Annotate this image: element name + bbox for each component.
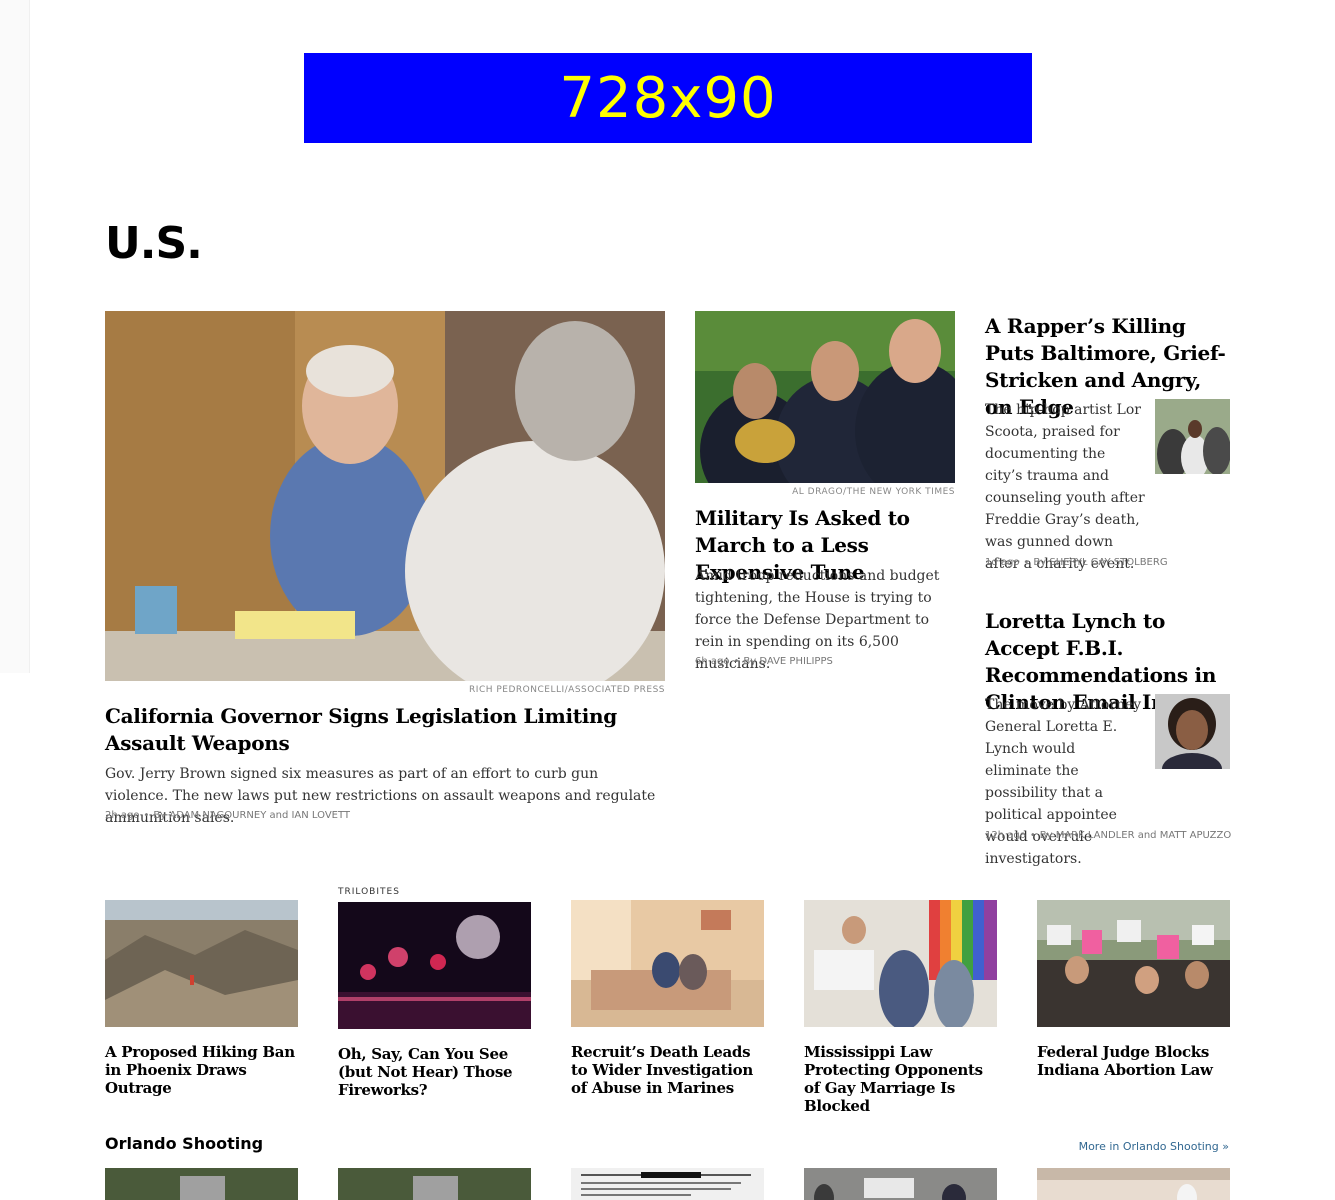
third-timestamp: 1d ago xyxy=(985,557,1020,568)
third-byline: 1d ago • By SHERYL GAY STOLBERG xyxy=(985,557,1168,568)
second-byline: 6h ago • By DAVE PHILIPPS xyxy=(695,656,833,667)
fourth-summary: The move by Attorney General Loretta E. … xyxy=(985,697,1142,867)
band-photo xyxy=(695,311,955,483)
memorial-photo-1 xyxy=(105,1168,298,1200)
second-author[interactable]: By DAVE PHILIPPS xyxy=(743,656,832,667)
orlando-image-5[interactable] xyxy=(1037,1168,1230,1200)
section-title: U.S. xyxy=(105,218,203,269)
row-headline-4[interactable]: Mississippi Law Protecting Opponents of … xyxy=(804,1043,997,1115)
indiana-protest-photo xyxy=(1037,900,1230,1027)
row-headline-3[interactable]: Recruit’s Death Leads to Wider Investiga… xyxy=(571,1043,764,1097)
orlando-image-3[interactable] xyxy=(571,1168,764,1200)
fireworks-photo xyxy=(338,902,531,1029)
row-headline-2[interactable]: Oh, Say, Can You See (but Not Hear) Thos… xyxy=(338,1045,531,1099)
orlando-image-1[interactable] xyxy=(105,1168,298,1200)
fourth-byline: 12h ago • By MARK LANDLER and MATT APUZZO xyxy=(985,830,1232,841)
ad-label: 728x90 xyxy=(559,65,777,131)
interior-photo xyxy=(1037,1168,1230,1200)
second-timestamp: 6h ago xyxy=(695,656,730,667)
orlando-image-4[interactable] xyxy=(804,1168,997,1200)
third-summary: The hip-hop artist Lor Scoota, praised f… xyxy=(985,402,1145,572)
second-story-image[interactable] xyxy=(695,311,955,483)
row-headline-1[interactable]: A Proposed Hiking Ban in Phoenix Draws O… xyxy=(105,1043,298,1097)
memorial-photo-2 xyxy=(338,1168,531,1200)
document-photo xyxy=(571,1168,764,1200)
lead-story-image[interactable] xyxy=(105,311,665,681)
lead-headline[interactable]: California Governor Signs Legislation Li… xyxy=(105,703,665,757)
row-image-2[interactable] xyxy=(338,902,531,1029)
third-author[interactable]: By SHERYL GAY STOLBERG xyxy=(1033,557,1167,568)
hiking-photo xyxy=(105,900,298,1027)
row-headline-5[interactable]: Federal Judge Blocks Indiana Abortion La… xyxy=(1037,1043,1230,1079)
row-image-4[interactable] xyxy=(804,900,997,1027)
orlando-section-title[interactable]: Orlando Shooting xyxy=(105,1134,263,1153)
lead-author[interactable]: By ADAM NAGOURNEY and IAN LOVETT xyxy=(153,810,350,821)
police-scene-photo xyxy=(804,1168,997,1200)
orlando-image-2[interactable] xyxy=(338,1168,531,1200)
row-kicker-2: TRILOBITES xyxy=(338,887,400,897)
lead-byline: 2h ago • By ADAM NAGOURNEY and IAN LOVETT xyxy=(105,810,351,821)
ad-banner[interactable]: 728x90 xyxy=(304,53,1032,143)
fourth-author[interactable]: By MARK LANDLER and MATT APUZZO xyxy=(1040,830,1231,841)
row-image-5[interactable] xyxy=(1037,900,1230,1027)
row-image-3[interactable] xyxy=(571,900,764,1027)
lead-photo-credit: RICH PEDRONCELLI/ASSOCIATED PRESS xyxy=(469,685,665,695)
lead-photo-governor xyxy=(105,311,665,681)
fourth-timestamp: 12h ago xyxy=(985,830,1026,841)
more-orlando-link[interactable]: More in Orlando Shooting » xyxy=(1079,1140,1229,1153)
lead-timestamp: 2h ago xyxy=(105,810,140,821)
second-photo-credit: AL DRAGO/THE NEW YORK TIMES xyxy=(792,487,955,497)
protest-mississippi-photo xyxy=(804,900,997,1027)
recruit-family-photo xyxy=(571,900,764,1027)
left-edge-strip xyxy=(0,0,30,673)
row-image-1[interactable] xyxy=(105,900,298,1027)
